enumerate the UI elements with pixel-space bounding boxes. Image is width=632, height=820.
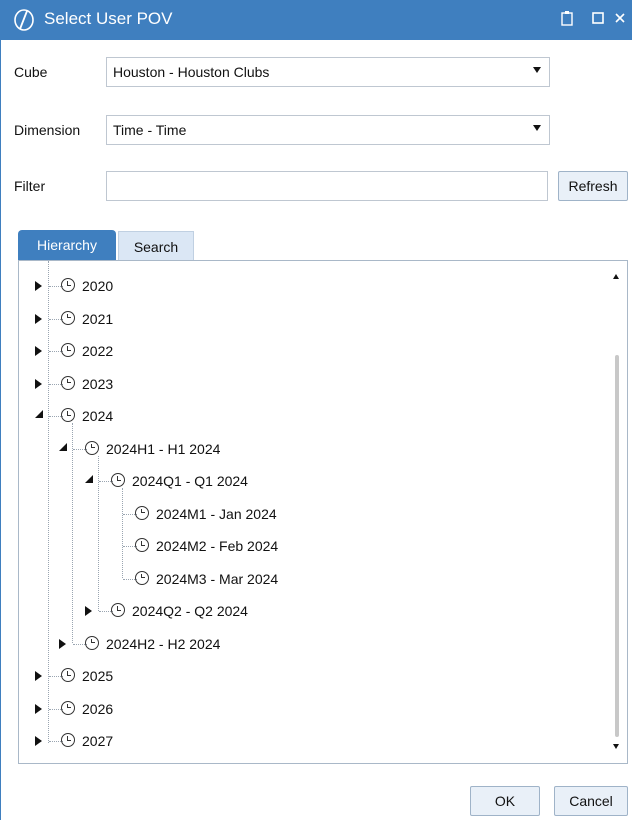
tree-node-label[interactable]: 2024Q1 - Q1 2024 — [132, 473, 248, 489]
clipboard-icon[interactable] — [561, 10, 573, 30]
tree-node-label[interactable]: 2020 — [82, 278, 113, 294]
tree-node-label[interactable]: 2024 — [82, 408, 113, 424]
scrollbar[interactable] — [609, 261, 627, 763]
maximize-icon[interactable] — [592, 10, 604, 28]
tree-node-label[interactable]: 2024M2 - Feb 2024 — [156, 538, 278, 554]
expand-arrow-icon[interactable] — [35, 378, 42, 389]
tree-node[interactable]: 2024H2 - H2 2024 — [19, 629, 599, 659]
tree-node[interactable]: 2024M3 - Mar 2024 — [19, 564, 599, 594]
clock-icon — [61, 343, 75, 357]
tree-node[interactable]: 2020 — [19, 271, 599, 301]
expand-arrow-icon[interactable] — [85, 606, 92, 616]
cube-label: Cube — [14, 64, 48, 80]
tree-node[interactable]: 2022 — [19, 336, 599, 366]
scroll-up-icon[interactable] — [613, 274, 619, 279]
tree-node-label[interactable]: 2024Q2 - Q2 2024 — [132, 603, 248, 619]
collapse-arrow-icon[interactable] — [85, 475, 93, 483]
tab-hierarchy[interactable]: Hierarchy — [18, 230, 116, 260]
clock-icon — [61, 310, 75, 325]
expand-arrow-icon[interactable] — [35, 736, 42, 746]
tree-node-label[interactable]: 2022 — [82, 343, 113, 359]
tree-node-label[interactable]: 2025 — [82, 668, 113, 684]
expand-arrow-icon[interactable] — [35, 281, 42, 291]
tree-node[interactable]: 2024Q1 - Q1 2024 — [19, 466, 599, 496]
tree-node[interactable]: 2024M2 - Feb 2024 — [19, 531, 599, 561]
tree-node[interactable]: 2027 — [19, 726, 599, 756]
scrollbar-thumb[interactable] — [615, 355, 619, 737]
tree-node-label[interactable]: 2024H2 - H2 2024 — [106, 636, 220, 652]
window-left-border — [0, 40, 1, 820]
tree-node-label[interactable]: 2021 — [82, 311, 113, 327]
clock-icon — [61, 668, 75, 682]
title-bar: Select User POV — [0, 0, 632, 40]
tree-node[interactable]: 2024Q2 - Q2 2024 — [19, 596, 599, 626]
clock-icon — [135, 538, 149, 552]
cube-dropdown-value: Houston - Houston Clubs — [113, 64, 270, 80]
chevron-down-icon — [533, 125, 541, 131]
tree-node-label[interactable]: 2024M3 - Mar 2024 — [156, 571, 278, 587]
clock-icon — [85, 440, 99, 455]
app-logo-icon — [14, 9, 34, 31]
dimension-dropdown[interactable]: Time - Time — [106, 115, 550, 145]
collapse-arrow-icon[interactable] — [59, 442, 67, 451]
collapse-arrow-icon[interactable] — [35, 410, 43, 418]
tree-node-label[interactable]: 2026 — [82, 701, 113, 717]
cube-dropdown[interactable]: Houston - Houston Clubs — [106, 57, 550, 87]
tree-node-label[interactable]: 2024M1 - Jan 2024 — [156, 506, 277, 522]
tree-node-label[interactable]: 2024H1 - H1 2024 — [106, 441, 220, 457]
cancel-button[interactable]: Cancel — [554, 786, 628, 816]
clock-icon — [135, 505, 149, 520]
clock-icon — [61, 278, 75, 292]
tree-node-label[interactable]: 2023 — [82, 376, 113, 392]
close-icon[interactable] — [614, 10, 626, 28]
refresh-button[interactable]: Refresh — [558, 171, 628, 201]
clock-icon — [85, 635, 99, 650]
expand-arrow-icon[interactable] — [59, 638, 66, 649]
clock-icon — [111, 603, 125, 617]
expand-arrow-icon[interactable] — [35, 346, 42, 356]
tree-node[interactable]: 2023 — [19, 369, 599, 399]
ok-button[interactable]: OK — [470, 786, 540, 816]
clock-icon — [135, 570, 149, 585]
scroll-down-icon[interactable] — [613, 744, 619, 749]
hierarchy-tree[interactable]: 2020 2021 2022 2023 2024 2024H1 - H1 2024 2024… — [18, 260, 628, 764]
tree-node[interactable]: 2024H1 - H1 2024 — [19, 434, 599, 464]
clock-icon — [61, 375, 75, 390]
clock-icon — [61, 700, 75, 715]
tree-node-label[interactable]: 2027 — [82, 733, 113, 749]
tree-node[interactable]: 2026 — [19, 694, 599, 724]
chevron-down-icon — [533, 67, 541, 73]
dimension-dropdown-value: Time - Time — [113, 122, 187, 138]
filter-label: Filter — [14, 178, 46, 194]
expand-arrow-icon[interactable] — [35, 703, 42, 714]
dimension-label: Dimension — [14, 122, 81, 138]
tree-node[interactable]: 2024M1 - Jan 2024 — [19, 499, 599, 529]
expand-arrow-icon[interactable] — [35, 671, 42, 681]
tree-node[interactable]: 2024 — [19, 401, 599, 431]
clock-icon — [61, 733, 75, 747]
clock-icon — [61, 408, 75, 422]
filter-input[interactable] — [106, 171, 548, 201]
clock-icon — [111, 473, 125, 487]
expand-arrow-icon[interactable] — [35, 313, 42, 324]
tree-node[interactable]: 2025 — [19, 661, 599, 691]
tree-node[interactable]: 2021 — [19, 304, 599, 334]
window-title: Select User POV — [44, 9, 173, 28]
tab-search[interactable]: Search — [118, 231, 194, 261]
